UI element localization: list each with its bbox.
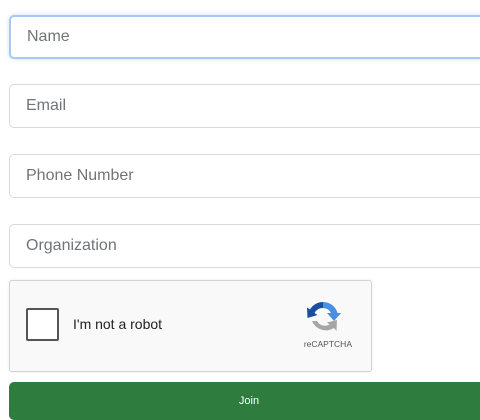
join-button-label: Join (238, 395, 260, 407)
phone-number-field[interactable] (9, 154, 480, 198)
email-input[interactable] (26, 97, 480, 115)
recaptcha-logo-icon (307, 301, 341, 331)
email-field[interactable] (9, 84, 480, 128)
name-input[interactable] (27, 28, 480, 46)
organization-field[interactable] (9, 224, 480, 268)
recaptcha-widget: I'm not a robot reCAPTCHA (9, 280, 372, 372)
name-field[interactable] (9, 15, 480, 59)
recaptcha-label: I'm not a robot (73, 316, 163, 332)
phone-number-input[interactable] (26, 167, 480, 185)
join-button[interactable]: Join (9, 382, 480, 420)
recaptcha-checkbox[interactable] (26, 308, 59, 341)
organization-input[interactable] (26, 237, 480, 255)
recaptcha-brand: reCAPTCHA (303, 339, 352, 349)
